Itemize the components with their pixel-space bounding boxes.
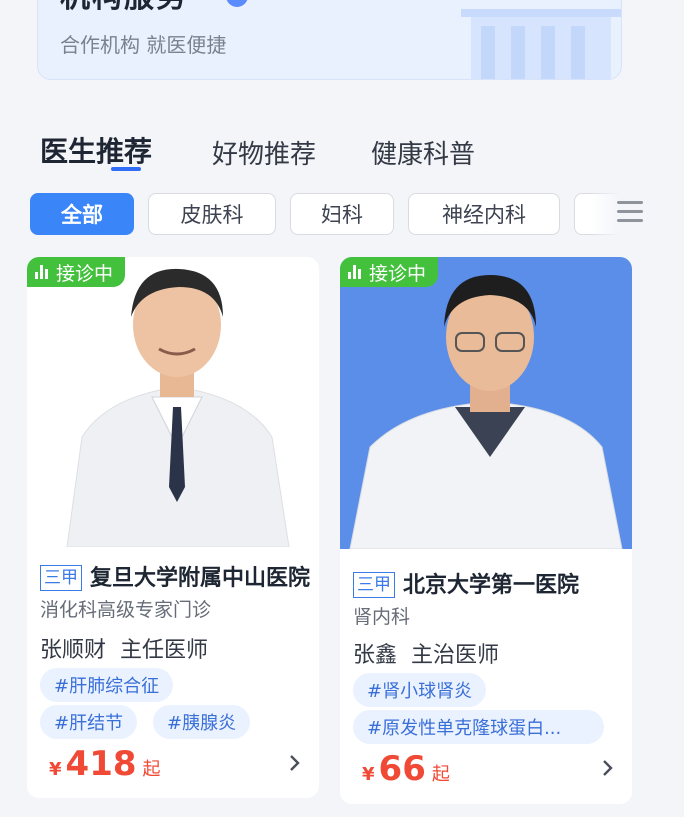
hospital-level-badge: 三甲 bbox=[353, 572, 395, 598]
hospital-name: 复旦大学附属中山医院 bbox=[90, 566, 311, 591]
price-unit: 起 bbox=[431, 764, 450, 785]
signal-bars-icon bbox=[348, 265, 361, 279]
doctor-name: 张顺财 bbox=[40, 638, 107, 663]
department-name: 肾内科 bbox=[353, 606, 411, 628]
menu-icon[interactable] bbox=[617, 201, 643, 223]
banner-subtitle: 合作机构 就医便捷 bbox=[60, 33, 227, 57]
chevron-right-icon[interactable] bbox=[285, 754, 303, 772]
price: ¥418 起 bbox=[49, 744, 161, 784]
doctor-title: 主任医师 bbox=[120, 638, 209, 663]
disease-tag[interactable]: #原发性单克隆球蛋白... bbox=[353, 710, 604, 744]
department-name: 消化科高级专家门诊 bbox=[40, 599, 212, 621]
doctor-name: 张鑫 bbox=[353, 643, 398, 668]
tab-goods-recommend[interactable]: 好物推荐 bbox=[212, 134, 316, 171]
banner-title: 机构服务 bbox=[60, 0, 188, 15]
disease-tag[interactable]: #肾小球肾炎 bbox=[353, 673, 487, 707]
filter-chip-neurology[interactable]: 神经内科 bbox=[408, 193, 560, 235]
department-filter-bar: 全部 皮肤科 妇科 神经内科 bbox=[30, 193, 620, 237]
disease-tag[interactable]: #肝结节 bbox=[40, 705, 138, 739]
price-unit: 起 bbox=[142, 759, 161, 780]
chip-fade-overlay bbox=[590, 193, 620, 237]
doctor-card[interactable]: 接诊中 三甲 北京大学第一医院 肾内科 张鑫 主治医师 #肾小球肾炎 #原发性单克隆… bbox=[340, 257, 632, 804]
hospital-level-badge: 三甲 bbox=[40, 565, 82, 591]
arrow-right-icon[interactable]: › bbox=[226, 0, 248, 7]
tab-health-science[interactable]: 健康科普 bbox=[371, 134, 475, 171]
hospital-info: 三甲 北京大学第一医院 肾内科 bbox=[353, 570, 625, 633]
disease-tag[interactable]: #胰腺炎 bbox=[153, 705, 251, 739]
disease-tag[interactable]: #肝肺综合征 bbox=[40, 668, 174, 702]
filter-chip-dermatology[interactable]: 皮肤科 bbox=[148, 193, 276, 235]
chevron-right-icon[interactable] bbox=[598, 759, 616, 777]
hospital-name: 北京大学第一医院 bbox=[403, 573, 580, 598]
doctor-card[interactable]: 接诊中 三甲 复旦大学附属中山医院 消化科高级专家门诊 张顺财 主任医师 #肝肺综合… bbox=[27, 257, 319, 798]
price-value: 418 bbox=[65, 744, 137, 784]
doctor-photo bbox=[340, 257, 632, 549]
building-illustration-icon bbox=[461, 9, 621, 79]
status-label: 接诊中 bbox=[369, 262, 427, 285]
price: ¥66 起 bbox=[362, 749, 450, 789]
institution-banner[interactable]: 机构服务 › 合作机构 就医便捷 bbox=[37, 0, 622, 80]
doctor-name-line: 张顺财 主任医师 bbox=[40, 632, 208, 664]
currency-symbol: ¥ bbox=[362, 764, 375, 785]
doctor-name-line: 张鑫 主治医师 bbox=[353, 637, 499, 669]
signal-bars-icon bbox=[35, 265, 48, 279]
active-tab-indicator bbox=[111, 167, 141, 171]
hospital-info: 三甲 复旦大学附属中山医院 消化科高级专家门诊 bbox=[40, 563, 310, 626]
currency-symbol: ¥ bbox=[49, 759, 62, 780]
price-value: 66 bbox=[378, 749, 426, 789]
filter-chip-gynecology[interactable]: 妇科 bbox=[290, 193, 394, 235]
status-badge: 接诊中 bbox=[340, 257, 439, 287]
doctor-title: 主治医师 bbox=[411, 643, 500, 668]
doctor-photo bbox=[27, 257, 319, 547]
status-badge: 接诊中 bbox=[27, 257, 126, 287]
status-label: 接诊中 bbox=[56, 262, 114, 285]
tab-doctor-recommend[interactable]: 医生推荐 bbox=[40, 130, 152, 170]
filter-chip-all[interactable]: 全部 bbox=[30, 193, 134, 235]
